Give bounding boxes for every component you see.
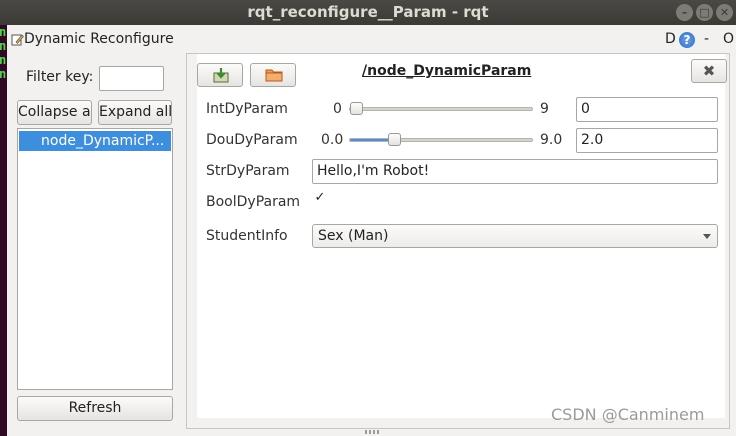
collapse-all-button[interactable]: Collapse all — [17, 100, 92, 125]
window-titlebar: rqt_reconfigure__Param - rqt – □ ✕ — [0, 0, 736, 25]
dock-close-button[interactable]: O — [723, 31, 734, 47]
node-list-panel: Filter key: Collapse all Expand all node… — [13, 58, 179, 428]
close-window-button[interactable]: ✕ — [716, 4, 733, 21]
pencil-icon — [11, 34, 24, 46]
student-info-value: Sex (Man) — [318, 228, 389, 244]
save-params-button[interactable] — [197, 63, 243, 87]
parameter-editor: /node_DynamicParam ✖ IntDyParam 0 9 0 Do… — [197, 54, 727, 418]
chevron-down-icon — [703, 234, 711, 239]
int-value-field[interactable]: 0 — [576, 97, 718, 122]
terminal-char: n — [0, 39, 7, 53]
tree-item-node-dynamicparam[interactable]: node_DynamicP... — [19, 131, 171, 151]
param-label-bool: BoolDyParam — [206, 194, 301, 210]
filter-key-input[interactable] — [99, 66, 164, 91]
bool-checkbox[interactable]: ✓ — [313, 191, 327, 205]
node-tree[interactable]: node_DynamicP... — [17, 128, 173, 390]
refresh-button[interactable]: Refresh — [17, 396, 173, 421]
student-info-select[interactable]: Sex (Man) — [312, 224, 718, 248]
param-label-enum: StudentInfo — [206, 228, 288, 244]
node-title: /node_DynamicParam — [362, 63, 532, 79]
dock-title: Dynamic Reconfigure — [24, 31, 174, 47]
double-slider-handle[interactable] — [388, 133, 401, 146]
resize-grip[interactable] — [365, 430, 379, 434]
double-max-label: 9.0 — [540, 132, 563, 148]
terminal-char: n — [0, 53, 7, 67]
dock-header: Dynamic Reconfigure D ? - O — [7, 28, 736, 52]
dock-d-button[interactable]: D — [665, 31, 676, 47]
window-title: rqt_reconfigure__Param - rqt — [247, 3, 489, 21]
help-icon[interactable]: ? — [679, 32, 695, 48]
int-max-label: 9 — [540, 101, 549, 117]
str-value-field[interactable]: Hello,I'm Robot! — [312, 159, 718, 184]
param-label-str: StrDyParam — [206, 163, 290, 179]
double-slider[interactable] — [349, 133, 533, 146]
maximize-window-button[interactable]: □ — [696, 4, 713, 21]
param-label-double: DouDyParam — [206, 132, 298, 148]
close-node-button[interactable]: ✖ — [691, 59, 727, 83]
terminal-char: n — [0, 25, 7, 39]
double-value-field[interactable]: 2.0 — [576, 128, 718, 153]
folder-icon — [265, 69, 283, 82]
minimize-window-button[interactable]: – — [676, 4, 693, 21]
parameter-panel: /node_DynamicParam ✖ IntDyParam 0 9 0 Do… — [186, 53, 730, 429]
expand-all-button[interactable]: Expand all — [98, 100, 172, 125]
int-slider-handle[interactable] — [350, 102, 363, 115]
load-params-button[interactable] — [250, 63, 296, 87]
download-icon — [213, 68, 229, 83]
background-terminal-strip: n n n n — [0, 25, 7, 436]
double-min-label: 0.0 — [321, 132, 344, 148]
terminal-char: n — [0, 67, 7, 81]
int-slider[interactable] — [349, 102, 533, 115]
dock-minimize-button[interactable]: - — [704, 31, 709, 47]
watermark: CSDN @Canminem — [551, 405, 705, 424]
int-min-label: 0 — [333, 101, 342, 117]
filter-key-label: Filter key: — [26, 69, 94, 85]
param-label-int: IntDyParam — [206, 101, 288, 117]
